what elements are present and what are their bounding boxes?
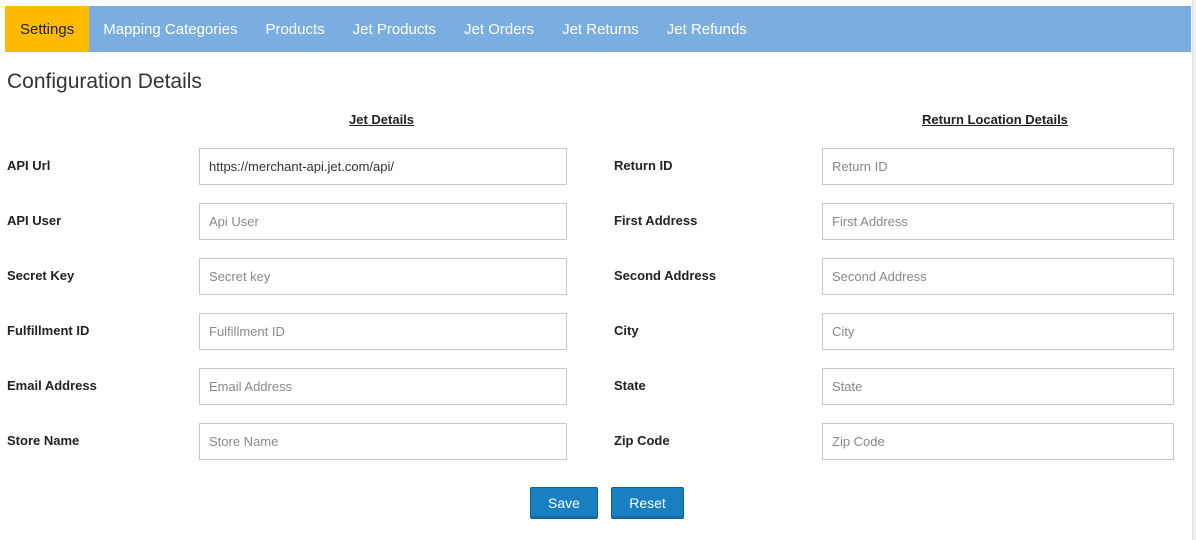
second-address-label: Second Address (614, 268, 717, 283)
secret-key-label: Secret Key (7, 268, 75, 283)
nav-tab-jet-returns[interactable]: Jet Returns (548, 6, 653, 52)
nav-tab-jet-refunds[interactable]: Jet Refunds (653, 6, 761, 52)
email-address-input[interactable] (199, 368, 567, 405)
first-address-input[interactable] (822, 203, 1174, 240)
api-url-input[interactable] (199, 148, 567, 185)
zip-code-label: Zip Code (614, 433, 670, 448)
city-label: City (614, 323, 639, 338)
fulfillment-id-input[interactable] (199, 313, 567, 350)
api-user-input[interactable] (199, 203, 567, 240)
first-address-label: First Address (614, 213, 698, 228)
page-title: Configuration Details (7, 70, 202, 93)
nav-tab-jet-orders[interactable]: Jet Orders (450, 6, 548, 52)
nav-tab-products[interactable]: Products (251, 6, 338, 52)
second-address-input[interactable] (822, 258, 1174, 295)
return-id-label: Return ID (614, 158, 673, 173)
state-input[interactable] (822, 368, 1174, 405)
return-id-input[interactable] (822, 148, 1174, 185)
nav-tab-settings[interactable]: Settings (5, 6, 90, 52)
nav-tab-mapping-categories[interactable]: Mapping Categories (89, 6, 251, 52)
email-address-label: Email Address (7, 378, 97, 393)
top-navbar: Settings Mapping Categories Products Jet… (5, 6, 1191, 52)
jet-details-heading: Jet Details (349, 112, 415, 127)
nav-tab-jet-products[interactable]: Jet Products (339, 6, 450, 52)
save-button[interactable]: Save (530, 487, 598, 519)
store-name-label: Store Name (7, 433, 80, 448)
page-scrollbar[interactable] (1192, 0, 1196, 540)
return-location-heading: Return Location Details (922, 112, 1068, 127)
state-label: State (614, 378, 646, 393)
secret-key-input[interactable] (199, 258, 567, 295)
fulfillment-id-label: Fulfillment ID (7, 323, 90, 338)
api-url-label: API Url (7, 158, 51, 173)
reset-button[interactable]: Reset (611, 487, 684, 519)
city-input[interactable] (822, 313, 1174, 350)
zip-code-input[interactable] (822, 423, 1174, 460)
api-user-label: API User (7, 213, 62, 228)
store-name-input[interactable] (199, 423, 567, 460)
